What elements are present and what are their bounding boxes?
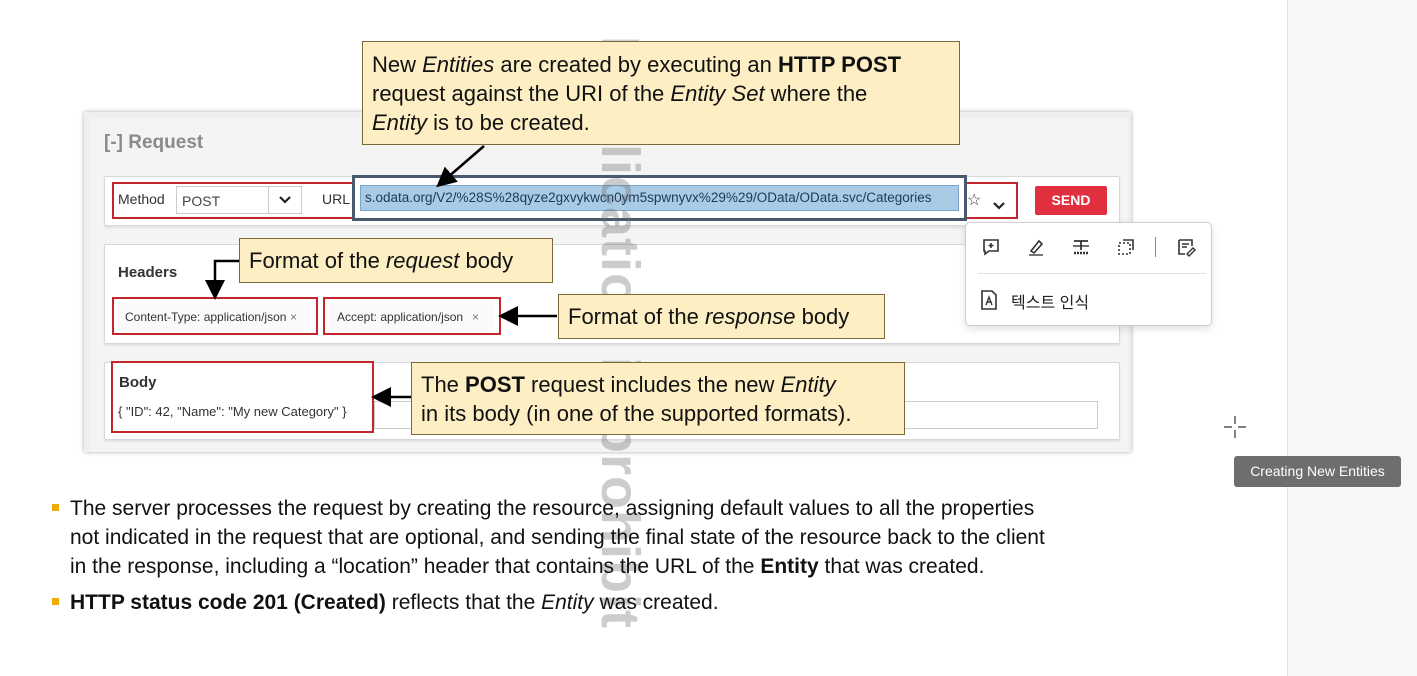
body-value: { "ID": 42, "Name": "My new Category" } xyxy=(118,404,347,419)
header-tag-text: Content-Type: application/json xyxy=(125,310,287,324)
star-icon[interactable]: ☆ xyxy=(967,190,981,210)
callout-request-format: Format of the request body xyxy=(239,238,553,283)
headers-label: Headers xyxy=(118,264,178,281)
body-label: Body xyxy=(119,374,157,391)
select-area-icon[interactable] xyxy=(1112,233,1140,261)
bullet-item: HTTP status code 201 (Created) reflects … xyxy=(52,588,1232,617)
crosshair-cursor-icon xyxy=(1224,416,1246,438)
notes-edit-icon[interactable] xyxy=(1172,233,1200,261)
popup-divider xyxy=(978,273,1206,274)
highlight-pen-icon[interactable] xyxy=(1022,233,1050,261)
close-icon[interactable]: × xyxy=(472,303,479,331)
chevron-down-icon xyxy=(268,187,301,213)
send-button[interactable]: SEND xyxy=(1035,186,1107,215)
toolbar-separator xyxy=(1155,237,1156,257)
callout-line: New Entities are created by executing an… xyxy=(372,52,902,77)
method-value: POST xyxy=(182,193,221,209)
header-tag-accept[interactable]: Accept: application/json × xyxy=(329,303,494,331)
text-recognition-icon[interactable] xyxy=(979,289,999,316)
close-icon[interactable]: × xyxy=(290,303,297,331)
callout-line: in its body (in one of the supported for… xyxy=(421,401,852,426)
chevron-down-icon[interactable] xyxy=(993,197,1005,215)
callout-response-format: Format of the response body xyxy=(558,294,885,339)
text-recognition-label[interactable]: 텍스트 인식 xyxy=(1011,289,1089,313)
add-comment-icon[interactable] xyxy=(977,233,1005,261)
annotation-popup: 텍스트 인식 xyxy=(965,222,1212,326)
bullet-item: The server processes the request by crea… xyxy=(52,494,1232,581)
url-value: s.odata.org/V2/%28S%28qyze2gxvykwcn0ym5s… xyxy=(360,185,959,211)
callout-line: Entity is to be created. xyxy=(372,110,590,135)
strikethrough-icon[interactable] xyxy=(1067,233,1095,261)
url-field[interactable]: s.odata.org/V2/%28S%28qyze2gxvykwcn0ym5s… xyxy=(352,175,967,221)
callout-line: The POST request includes the new Entity xyxy=(421,372,836,397)
callout-post-entities: New Entities are created by executing an… xyxy=(362,41,960,145)
body-highlight xyxy=(111,361,374,433)
header-tag-text: Accept: application/json xyxy=(337,310,464,324)
method-label: Method xyxy=(118,191,165,207)
side-panel xyxy=(1287,0,1417,676)
callout-post-body: The POST request includes the new Entity… xyxy=(411,362,905,435)
bullet-line: The server processes the request by crea… xyxy=(70,497,1035,520)
bullet-line: not indicated in the request that are op… xyxy=(70,526,1045,549)
tooltip: Creating New Entities xyxy=(1234,456,1401,487)
callout-line: request against the URI of the Entity Se… xyxy=(372,81,868,106)
bullet-line: in the response, including a “location” … xyxy=(70,555,985,578)
method-select[interactable]: POST xyxy=(176,186,302,214)
url-label: URL xyxy=(322,191,351,207)
request-panel-title: [-] Request xyxy=(104,132,204,153)
header-tag-content-type[interactable]: Content-Type: application/json × xyxy=(118,303,310,331)
bullet-list: The server processes the request by crea… xyxy=(52,494,1232,624)
